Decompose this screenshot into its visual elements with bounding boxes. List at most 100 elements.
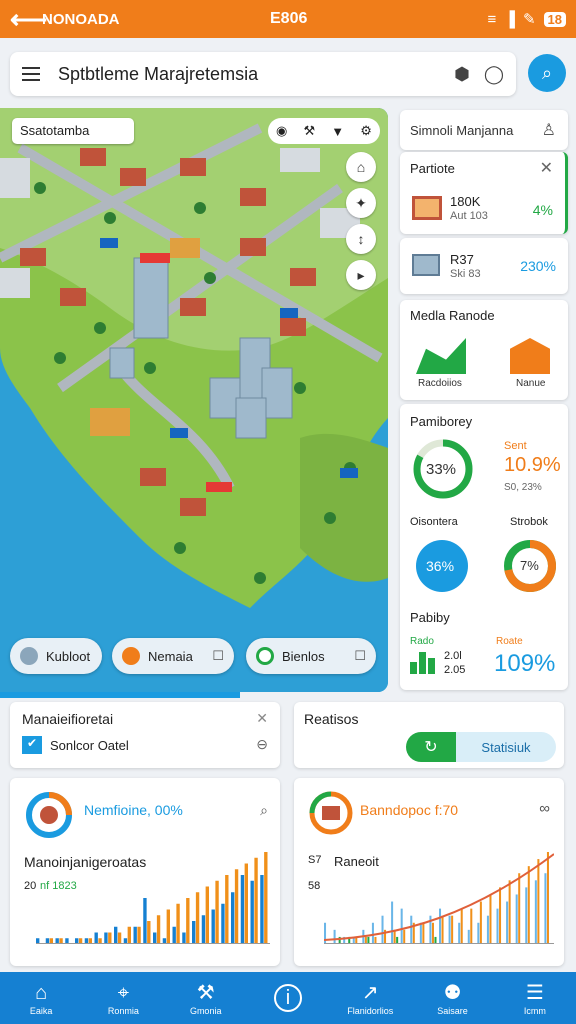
chart-bar xyxy=(396,936,399,944)
menu-icon[interactable] xyxy=(22,67,40,81)
chart-bar xyxy=(403,929,406,944)
chart-bar xyxy=(489,894,492,944)
tool-icon[interactable]: ⚒ xyxy=(304,123,316,139)
chart-bar xyxy=(419,922,422,944)
chart-bar xyxy=(231,892,235,944)
chart-bar xyxy=(94,932,98,944)
close-icon[interactable]: ✕ xyxy=(256,710,268,727)
statistics-toggle[interactable]: ↻ Statisiuk xyxy=(406,732,556,762)
nav-item-search[interactable]: ⚉ Saisare xyxy=(421,980,485,1016)
chart-bar xyxy=(441,915,444,944)
settings-icon[interactable]: ⚙ xyxy=(360,123,372,139)
compass-icon[interactable]: ✦ xyxy=(346,188,376,218)
chip-icon xyxy=(122,647,140,665)
panel-title: Simnoli Manjanna xyxy=(410,123,514,138)
bar-chart-2 xyxy=(324,852,554,944)
pin-icon[interactable]: ▼ xyxy=(331,124,344,139)
chart-bar xyxy=(114,926,118,944)
nav-item-menu[interactable]: ☰ Icmm xyxy=(503,980,567,1016)
chart-bar xyxy=(537,859,540,944)
chart-bar xyxy=(143,898,147,944)
home-icon: ⌂ xyxy=(35,982,48,1004)
map-chip-1[interactable]: Kubloot xyxy=(10,638,102,674)
carrier-label: NONOADA xyxy=(42,10,120,28)
nav-item-home[interactable]: ⌂ Eaika xyxy=(9,980,73,1016)
nav-item-tools[interactable]: ⚒ Gmonia xyxy=(174,980,238,1016)
chart-bar xyxy=(201,915,206,944)
chart-bar xyxy=(486,915,489,944)
chart-bar xyxy=(117,932,122,944)
link-icon[interactable]: ∞ xyxy=(539,800,550,817)
chart-bar xyxy=(195,892,200,944)
search-button[interactable]: ⌕ xyxy=(528,54,566,92)
nav-item-map[interactable]: ⌖ Ronmia xyxy=(91,980,155,1016)
store-chart-icon xyxy=(309,791,353,835)
check-icon: ✔ xyxy=(22,736,42,754)
chart-bar xyxy=(527,866,530,944)
building-icon xyxy=(412,254,440,276)
zoom-icon[interactable]: ↕ xyxy=(346,224,376,254)
chart-bar xyxy=(544,873,547,944)
footer-label-2: Roate xyxy=(496,636,523,647)
close-icon[interactable]: ✕ xyxy=(540,158,553,178)
menu-icon: ☰ xyxy=(525,982,544,1004)
stats-action-card: Reatisos ↻ Statisiuk xyxy=(294,702,564,768)
pin-icon: ⚉ xyxy=(443,982,462,1004)
chart-bar xyxy=(506,901,509,944)
chart-bar xyxy=(439,908,442,944)
landscape-icon xyxy=(416,338,466,374)
status-bar: ⟵ NONOADA E806 ≡ ▐ ✎ 18 xyxy=(0,0,576,38)
chart-bar xyxy=(458,922,461,944)
home-icon[interactable]: ⌂ xyxy=(346,152,376,182)
chip-icon xyxy=(256,647,274,665)
signal-icon: ▐ xyxy=(504,10,515,28)
portfolio-card-2: R37 Ski 83 230% xyxy=(400,238,568,294)
target-icon[interactable]: ◉ xyxy=(276,123,287,139)
layers-icon[interactable]: ⬢ xyxy=(454,64,470,85)
nav-item-info[interactable]: i xyxy=(256,984,320,1012)
footer-value-1: 2.0l xyxy=(444,650,462,662)
chart-2-y1: S7 xyxy=(308,854,322,866)
stats-card: Pamiborey 33% Sent 10.9% S0, 23% Oisonte… xyxy=(400,404,568,690)
chart-bar xyxy=(367,936,370,944)
user-icon[interactable]: ♙ xyxy=(542,120,556,140)
mini-bars xyxy=(410,650,438,674)
action-card-title: Reatisos xyxy=(304,711,359,727)
bar-chart-1 xyxy=(36,852,270,944)
store-icon xyxy=(412,196,442,220)
profile-icon[interactable]: ◯ xyxy=(484,64,504,85)
chart-bar xyxy=(400,908,403,944)
footer-title: Pabiby xyxy=(410,610,450,625)
media-caption-2: Nanue xyxy=(516,378,546,389)
refresh-icon: ↻ xyxy=(406,732,456,762)
chart-bar xyxy=(221,903,225,944)
portfolio-sub: Ski 83 xyxy=(450,268,481,280)
minus-circle-icon[interactable]: ⊖ xyxy=(256,736,268,753)
chart-bar xyxy=(467,929,470,944)
chart-bar xyxy=(244,863,248,944)
nav-item-reports[interactable]: ↗ Flanidorlios xyxy=(338,980,402,1016)
chart-bar xyxy=(477,922,480,944)
info-icon: i xyxy=(273,984,302,1012)
chip-icon xyxy=(20,647,38,665)
play-icon[interactable]: ▸ xyxy=(346,260,376,290)
map-illustration xyxy=(0,108,388,692)
portfolio-pct: 230% xyxy=(520,258,556,274)
map-location-label: Ssatotamba xyxy=(12,118,134,144)
chart-2-y2: 58 xyxy=(308,880,321,892)
battery-icon: 18 xyxy=(543,11,566,27)
map-chip-3[interactable]: Bienlos ☐ xyxy=(246,638,376,674)
chart-bar xyxy=(364,936,367,944)
chart-bar xyxy=(234,869,239,944)
chart-bar xyxy=(127,926,131,944)
portfolio-value: 180K xyxy=(450,194,481,209)
map-view[interactable] xyxy=(0,108,388,692)
chart-bar xyxy=(460,908,463,944)
search-icon[interactable]: ⌕ xyxy=(260,802,268,819)
chart-bar xyxy=(264,852,268,944)
back-arrow-icon[interactable]: ⟵ xyxy=(10,4,47,35)
map-chip-2[interactable]: Nemaia ☐ xyxy=(112,638,234,674)
chart-bar xyxy=(431,922,434,944)
chart-bar xyxy=(422,922,425,944)
app-header: Sptbtleme Marajretemsia ⬢ ◯ xyxy=(10,52,516,96)
